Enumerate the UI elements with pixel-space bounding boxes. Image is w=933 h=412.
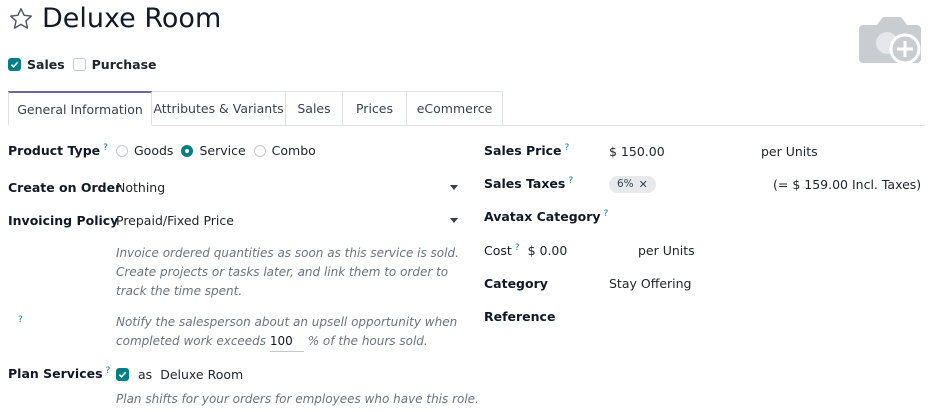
tab-attributes-variants[interactable]: Attributes & Variants	[152, 91, 286, 126]
notebook-tabs: General Information Attributes & Variant…	[8, 91, 503, 126]
remove-x-icon[interactable]: ✕	[639, 178, 648, 191]
product-image[interactable]	[859, 11, 925, 70]
tab-prices[interactable]: Prices	[343, 91, 407, 126]
cost-row: Cost? $ 0.00	[484, 243, 567, 258]
caret-down-icon	[450, 218, 458, 223]
sales-taxes-label-wrap: Sales Taxes?	[484, 176, 573, 191]
tab-ecommerce[interactable]: eCommerce	[407, 91, 503, 126]
camera-add-icon[interactable]	[859, 11, 925, 67]
plan-services-label: Plan Services	[8, 366, 103, 381]
category-label: Category	[484, 276, 548, 291]
create-on-order-select[interactable]: Nothing	[116, 180, 458, 195]
plan-services-field: as Deluxe Room	[116, 367, 243, 382]
reference-input[interactable]	[609, 309, 909, 325]
help-tooltip-icon[interactable]: ?	[565, 143, 570, 153]
combo-radio-label[interactable]: Combo	[272, 143, 316, 158]
tax-badge-label: 6%	[617, 178, 634, 190]
help-tooltip-icon[interactable]: ?	[568, 176, 573, 186]
sales-taxes-label: Sales Taxes	[484, 176, 566, 191]
page-title[interactable]: Deluxe Room	[42, 3, 221, 34]
service-radio-label[interactable]: Service	[199, 143, 245, 158]
check-icon	[10, 61, 19, 68]
sales-price-label: Sales Price	[484, 143, 562, 158]
sales-checkbox-label[interactable]: Sales	[27, 57, 65, 72]
sale-purchase-checks: Sales Purchase	[8, 57, 157, 72]
combo-radio[interactable]	[253, 144, 266, 157]
invoicing-policy-select[interactable]: Prepaid/Fixed Price	[116, 213, 458, 228]
star-icon[interactable]	[8, 6, 34, 32]
upsell-help-suffix: % of the hours sold.	[307, 334, 428, 348]
create-on-order-value: Nothing	[116, 180, 166, 195]
avatax-category-label: Avatax Category	[484, 209, 601, 224]
tab-sales[interactable]: Sales	[286, 91, 343, 126]
plan-role-value[interactable]: Deluxe Room	[160, 367, 243, 382]
invoicing-policy-help: Invoice ordered quantities as soon as th…	[116, 246, 459, 298]
create-on-order-label: Create on Order	[8, 180, 122, 195]
purchase-checkbox[interactable]	[72, 58, 86, 71]
sales-price-input[interactable]: $ 150.00	[609, 144, 665, 159]
goods-radio-label[interactable]: Goods	[134, 143, 173, 158]
product-type-label: Product Type	[8, 143, 101, 158]
goods-radio[interactable]	[116, 144, 128, 157]
sales-checkbox[interactable]	[8, 58, 21, 71]
help-tooltip-icon[interactable]: ?	[604, 209, 609, 219]
avatax-label-wrap: Avatax Category?	[484, 209, 608, 224]
cost-input[interactable]: $ 0.00	[528, 243, 568, 258]
tax-badge[interactable]: 6% ✕	[609, 175, 656, 193]
plan-services-checkbox[interactable]	[116, 368, 129, 381]
invoicing-policy-value: Prepaid/Fixed Price	[116, 213, 234, 228]
plan-services-help: Plan shifts for your orders for employee…	[116, 392, 479, 406]
help-tooltip-icon[interactable]: ?	[515, 243, 520, 253]
sales-price-uom: per Units	[761, 144, 818, 159]
help-tooltip-icon[interactable]: ?	[106, 366, 111, 376]
sales-price-label-wrap: Sales Price?	[484, 143, 569, 158]
service-radio[interactable]	[181, 144, 194, 157]
plan-as-text: as	[138, 367, 153, 382]
upsell-help: Notify the salesperson about an upsell o…	[116, 313, 461, 352]
purchase-checkbox-label[interactable]: Purchase	[92, 57, 157, 72]
check-icon	[118, 371, 127, 378]
tab-general-information[interactable]: General Information	[8, 91, 152, 126]
cost-label: Cost	[484, 243, 512, 258]
product-title-row: Deluxe Room	[8, 3, 221, 34]
invoicing-policy-label: Invoicing Policy	[8, 213, 119, 228]
product-type-radio-group: Goods Service Combo	[116, 143, 316, 158]
cost-uom: per Units	[638, 243, 695, 258]
reference-label: Reference	[484, 309, 556, 324]
product-type-label-wrap: Product Type?	[8, 143, 108, 158]
help-tooltip-icon[interactable]: ?	[103, 143, 108, 153]
sales-taxes-field[interactable]: 6% ✕	[609, 175, 656, 193]
plan-services-label-wrap: Plan Services?	[8, 366, 110, 381]
caret-down-icon	[450, 185, 458, 190]
category-value[interactable]: Stay Offering	[609, 276, 691, 291]
incl-taxes-text: (= $ 159.00 Incl. Taxes)	[773, 177, 922, 192]
upsell-threshold-input[interactable]: 100	[269, 332, 304, 352]
